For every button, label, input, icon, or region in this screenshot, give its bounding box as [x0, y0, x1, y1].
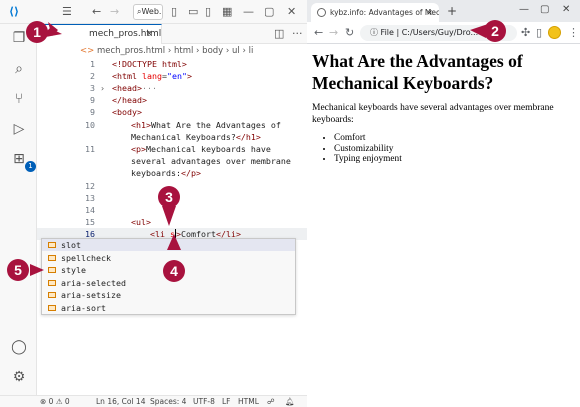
callout-1: 1	[26, 21, 48, 43]
callout-4-pointer	[167, 234, 181, 250]
callout-5-pointer	[30, 264, 44, 276]
callout-2: 2	[484, 20, 506, 42]
callout-3-pointer	[162, 206, 176, 226]
callout-5: 5	[7, 259, 29, 281]
callout-arrows	[30, 22, 488, 276]
callout-4: 4	[163, 260, 185, 282]
callout-3: 3	[158, 186, 180, 208]
